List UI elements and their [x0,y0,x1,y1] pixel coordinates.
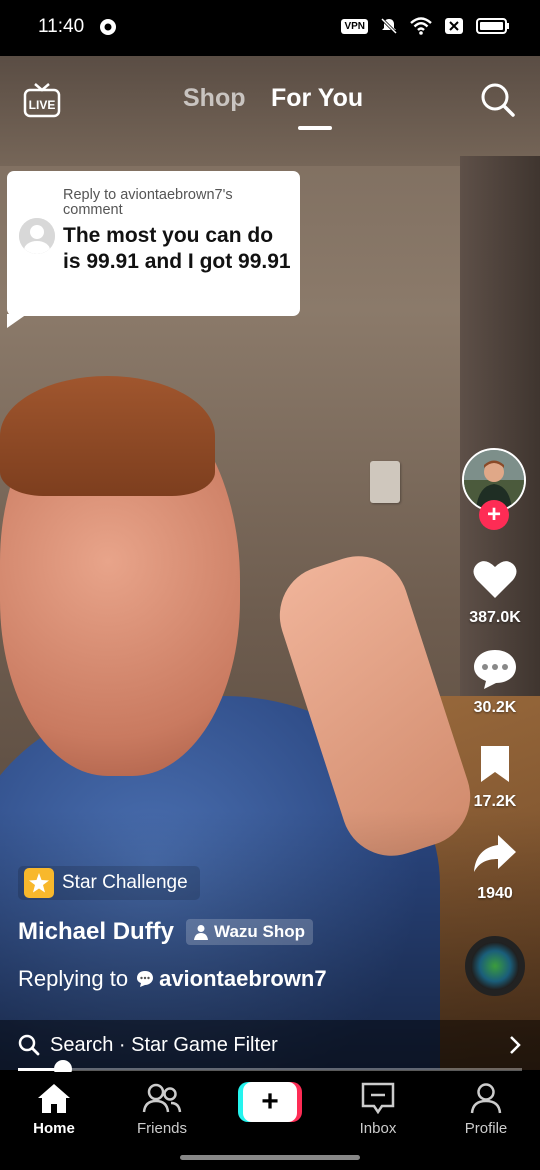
nav-friends[interactable]: Friends [112,1082,212,1137]
battery-icon [476,18,509,34]
status-time: 11:40 [38,16,85,37]
top-navigation: LIVE Shop For You [0,70,540,140]
like-button[interactable]: 387.0K [460,558,530,627]
live-icon[interactable]: LIVE [22,80,62,120]
share-button[interactable]: 1940 [460,832,530,903]
wifi-icon [410,17,432,35]
search-icon[interactable] [480,82,516,118]
no-sim-icon [445,18,463,34]
commenter-avatar [19,218,55,254]
tab-for-you[interactable]: For You [271,84,363,113]
profile-icon [470,1083,502,1114]
chevron-right-icon [510,1036,521,1054]
nav-friends-label: Friends [136,1120,188,1137]
replying-prefix: Replying to [18,966,129,991]
creator-name[interactable]: Michael Duffy [18,918,174,946]
video-light-switch [370,461,400,503]
effect-label: Star Challenge [62,872,188,893]
shop-chip-label: Wazu Shop [214,922,305,941]
bookmark-icon [481,746,509,782]
search-suggestion-bar[interactable]: Search · Star Game Filter [0,1020,540,1070]
reply-comment-card[interactable]: Reply to aviontaebrown7's comment The mo… [7,171,300,328]
replying-to-line: Replying to aviontaebrown7 [18,966,327,992]
video-progress-bar[interactable] [18,1060,522,1078]
active-tab-indicator [298,126,332,130]
comment-button[interactable]: 30.2K [460,648,530,717]
search-suggestion-text: Search · Star Game Filter [50,1033,278,1056]
home-indicator [180,1155,360,1160]
app-notification-icon [100,19,116,35]
tab-shop[interactable]: Shop [183,84,246,113]
save-count: 17.2K [473,793,517,810]
status-bar: 11:40 VPN [0,0,540,56]
replying-username: aviontaebrown7 [159,966,327,991]
reply-card-comment: The most you can do is 99.91 and I got 9… [63,224,291,273]
save-button[interactable]: 17.2K [460,744,530,811]
comment-count: 30.2K [473,699,517,716]
music-disc[interactable] [465,936,525,996]
nav-inbox[interactable]: Inbox [328,1082,428,1137]
status-icons: VPN [341,17,510,35]
heart-icon [473,561,517,598]
nav-home-label: Home [33,1120,75,1137]
replying-user-link[interactable]: aviontaebrown7 [136,966,327,992]
comment-mini-icon [137,971,154,987]
nav-profile-label: Profile [464,1120,508,1137]
shop-chip[interactable]: Wazu Shop [186,919,313,945]
video-person-hair [0,376,215,496]
home-icon [38,1084,70,1113]
person-icon [194,925,209,940]
friends-icon [142,1083,182,1113]
comment-bubble-icon [474,650,516,689]
inbox-icon [361,1082,395,1115]
nav-home[interactable]: Home [4,1082,104,1137]
svg-text:LIVE: LIVE [29,98,56,112]
star-effect-icon [24,868,54,898]
vpn-icon: VPN [341,18,368,34]
mute-icon [380,17,398,35]
effect-badge[interactable]: Star Challenge [18,866,200,900]
bottom-tab-bar: Home Friends + Inbox Profile [0,1072,540,1170]
share-arrow-icon [474,835,516,872]
nav-inbox-label: Inbox [359,1120,397,1137]
follow-plus-button[interactable]: + [479,500,509,530]
plus-icon: + [243,1082,297,1122]
default-avatar-icon [19,218,55,254]
like-count: 387.0K [469,609,521,626]
reply-card-header: Reply to aviontaebrown7's comment [63,187,233,218]
search-small-icon [18,1034,40,1056]
share-count: 1940 [477,885,513,902]
create-button[interactable]: + [238,1082,302,1122]
nav-profile[interactable]: Profile [436,1082,536,1137]
creator-row: Michael Duffy Wazu Shop [18,918,313,946]
